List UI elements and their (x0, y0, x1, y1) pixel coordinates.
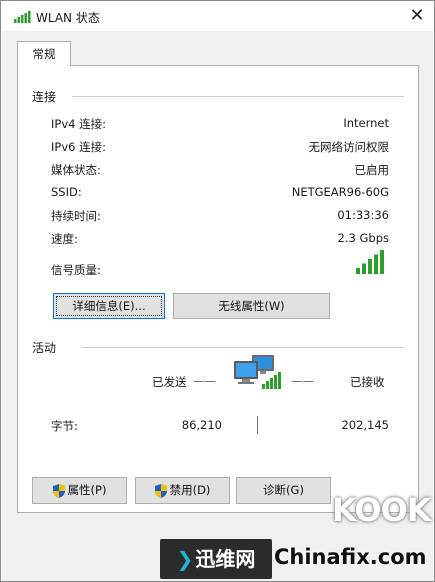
network-computers-icon (234, 355, 281, 389)
bytes-separator (257, 416, 258, 434)
media-state-value: 已启用 (354, 163, 390, 177)
bytes-label: 字节: (51, 419, 78, 433)
received-label: 已接收 (350, 375, 385, 389)
diagnose-button[interactable]: 诊断(G) (236, 477, 331, 504)
signal-bar (374, 254, 378, 274)
sent-label: 已发送 (152, 375, 187, 389)
signal-bar (380, 250, 384, 274)
signal-quality-label: 信号质量: (51, 263, 101, 277)
duration-value: 01:33:36 (337, 208, 389, 222)
signal-bar (356, 268, 360, 274)
site-cn-text: 迅维网 (195, 547, 256, 571)
ipv6-label: IPv6 连接: (51, 140, 106, 154)
signal-strength-meter (356, 250, 384, 274)
wlan-status-window: WLAN 状态 ✕ 常规 连接 IPv4 连接: Internet IPv6 连… (0, 0, 435, 582)
ipv6-value: 无网络访问权限 (308, 140, 390, 154)
disable-button-label: 禁用(D) (169, 483, 211, 497)
activity-divider (82, 347, 404, 348)
speed-value: 2.3 Gbps (337, 231, 389, 245)
duration-label: 持续时间: (51, 209, 101, 223)
bytes-received-value: 202,145 (341, 418, 389, 432)
ssid-label: SSID: (51, 185, 82, 199)
details-button[interactable]: 详细信息(E)... (53, 293, 165, 319)
connection-divider (72, 96, 404, 97)
window-title: WLAN 状态 (36, 11, 100, 25)
speed-label: 速度: (51, 232, 78, 246)
properties-button-label: 属性(P) (67, 483, 107, 497)
disable-button[interactable]: 禁用(D) (135, 477, 230, 504)
chevron-right-icon: ❯ (176, 547, 194, 571)
connection-heading: 连接 (32, 90, 57, 104)
tab-general[interactable]: 常规 (17, 41, 71, 66)
uac-shield-icon (154, 483, 167, 498)
signal-bar (362, 263, 366, 274)
activity-heading: 活动 (32, 341, 57, 355)
bytes-sent-value: 86,210 (181, 418, 222, 432)
kook-watermark: KOOK (332, 491, 432, 529)
close-button[interactable]: ✕ (406, 5, 428, 27)
chinafix-cn-logo: ❯ 迅维网 (160, 539, 272, 579)
ssid-value: NETGEAR96-60G (291, 185, 389, 199)
dialog-client-area: 常规 连接 IPv4 连接: Internet IPv6 连接: 无网络访问权限… (2, 31, 433, 581)
properties-button[interactable]: 属性(P) (32, 477, 127, 504)
uac-shield-icon (52, 483, 65, 498)
wifi-signal-icon (14, 11, 31, 23)
ipv4-label: IPv4 连接: (51, 117, 106, 131)
tab-panel-general: 连接 IPv4 连接: Internet IPv6 连接: 无网络访问权限 媒体… (17, 65, 419, 513)
sent-dash: —— (193, 374, 216, 388)
ipv4-value: Internet (343, 116, 389, 130)
title-bar[interactable]: WLAN 状态 ✕ (1, 1, 434, 31)
received-dash: —— (291, 374, 314, 388)
media-state-label: 媒体状态: (51, 163, 101, 177)
signal-bar (368, 259, 372, 274)
chinafix-en-logo: Chinafix.com (274, 545, 427, 569)
wireless-properties-button[interactable]: 无线属性(W) (173, 293, 330, 319)
